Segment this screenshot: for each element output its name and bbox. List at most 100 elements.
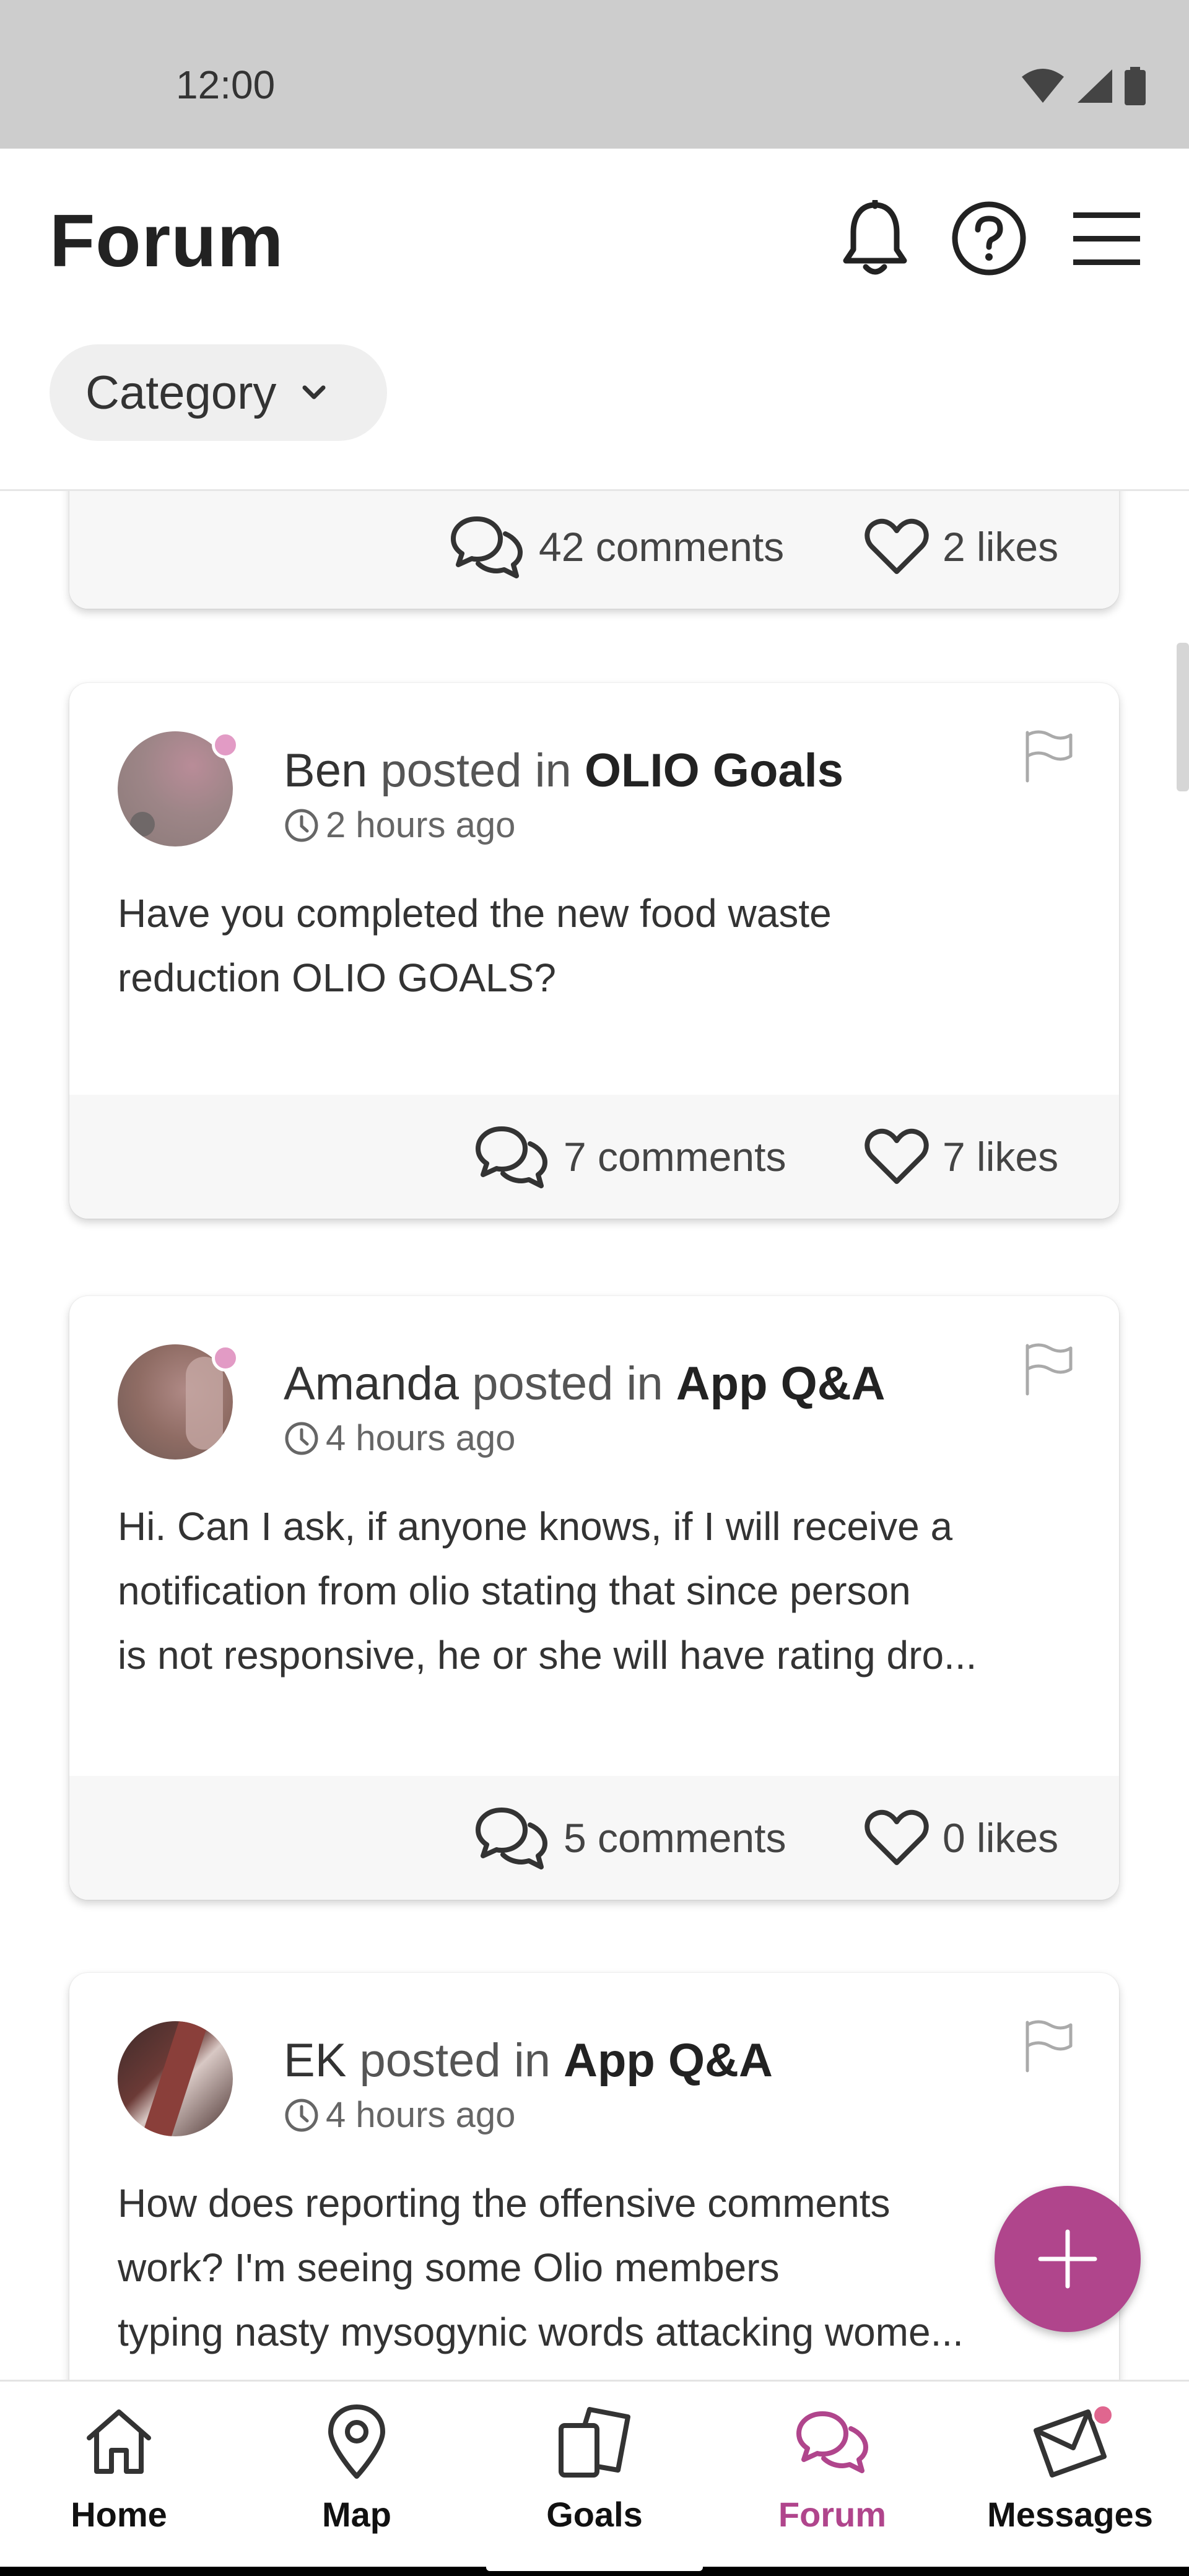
like-button[interactable]: 0 likes xyxy=(865,1776,1058,1900)
post-author[interactable]: EK xyxy=(284,2034,346,2087)
post-time-text: 2 hours ago xyxy=(326,805,516,845)
post-card[interactable]: EK posted in App Q&A 4 hours ago How doe… xyxy=(69,1973,1119,2380)
post-body[interactable]: Have you completed the new food waste re… xyxy=(118,881,1071,1010)
post-card-footer: 42 comments 2 likes xyxy=(69,491,1119,609)
likes-count: 2 likes xyxy=(943,524,1059,570)
heart-icon xyxy=(865,518,929,574)
notifications-button[interactable] xyxy=(835,198,915,279)
chevron-down-icon xyxy=(301,384,327,401)
post-body-line: How does reporting the offensive comment… xyxy=(118,2181,891,2226)
status-bar: 12:00 xyxy=(0,0,1189,149)
help-icon xyxy=(952,201,1026,276)
likes-count: 7 likes xyxy=(943,1134,1059,1180)
comments-icon xyxy=(476,1126,547,1188)
post-category[interactable]: App Q&A xyxy=(676,1357,886,1410)
goals-icon xyxy=(556,2395,633,2488)
nav-label: Forum xyxy=(778,2495,887,2534)
post-header: Amanda posted in App Q&A xyxy=(284,1357,886,1411)
post-body-line: reduction OLIO GOALS? xyxy=(118,955,556,1000)
signal-icon xyxy=(1078,69,1112,103)
app-header: Forum Category xyxy=(0,149,1189,491)
post-author[interactable]: Ben xyxy=(284,744,367,797)
comments-button[interactable]: 42 comments xyxy=(448,491,784,609)
avatar[interactable] xyxy=(118,2021,233,2136)
menu-button[interactable] xyxy=(1066,198,1147,279)
new-post-button[interactable] xyxy=(995,2186,1141,2332)
post-body-line: Have you completed the new food waste xyxy=(118,891,832,936)
report-button[interactable] xyxy=(1022,1341,1074,1399)
online-indicator xyxy=(212,1344,239,1372)
post-time: 4 hours ago xyxy=(284,1417,515,1459)
nav-item-home[interactable]: Home xyxy=(0,2382,238,2574)
post-header: EK posted in App Q&A xyxy=(284,2034,773,2087)
comments-count: 7 comments xyxy=(564,1134,786,1180)
post-category[interactable]: OLIO Goals xyxy=(585,744,843,797)
category-filter[interactable]: Category xyxy=(50,344,387,441)
battery-icon xyxy=(1125,67,1146,105)
nav-item-messages[interactable]: Messages xyxy=(951,2382,1189,2574)
post-card[interactable]: Amanda posted in App Q&A 4 hours ago Hi.… xyxy=(69,1296,1119,1900)
post-feed[interactable]: 42 comments 2 likes Ben posted in OLIO G… xyxy=(0,491,1189,2380)
scrollbar-thumb[interactable] xyxy=(1177,643,1189,791)
post-body-line: typing nasty mysogynic words attacking w… xyxy=(118,2310,964,2354)
flag-icon xyxy=(1026,730,1073,783)
comments-count: 42 comments xyxy=(539,524,785,570)
nav-label: Home xyxy=(71,2495,167,2534)
status-time: 12:00 xyxy=(176,63,276,107)
post-card-footer: 7 comments 7 likes xyxy=(69,1095,1119,1219)
clock-icon xyxy=(285,2099,318,2131)
flag-icon xyxy=(1026,1343,1073,1396)
category-filter-label: Category xyxy=(85,366,277,419)
post-body[interactable]: Hi. Can I ask, if anyone knows, if I wil… xyxy=(118,1494,1071,1687)
comments-count: 5 comments xyxy=(564,1815,786,1861)
report-button[interactable] xyxy=(1022,728,1074,786)
posted-in-text: posted in xyxy=(380,744,572,797)
likes-count: 0 likes xyxy=(943,1815,1059,1861)
comments-icon xyxy=(451,516,523,578)
comments-button[interactable]: 5 comments xyxy=(473,1776,786,1900)
like-button[interactable]: 2 likes xyxy=(865,491,1058,609)
post-body-line: Hi. Can I ask, if anyone knows, if I wil… xyxy=(118,1504,953,1549)
nav-label: Messages xyxy=(987,2495,1153,2534)
post-body-line: is not responsive, he or she will have r… xyxy=(118,1633,977,1677)
wifi-icon xyxy=(1022,69,1064,103)
post-category[interactable]: App Q&A xyxy=(564,2034,773,2087)
nav-label: Map xyxy=(322,2495,391,2534)
unread-dot xyxy=(1092,2404,1114,2426)
messages-icon xyxy=(1030,2395,1114,2488)
home-gesture-pill[interactable] xyxy=(486,2564,703,2571)
post-time-text: 4 hours ago xyxy=(326,1418,516,1458)
post-card[interactable]: Ben posted in OLIO Goals 2 hours ago Hav… xyxy=(69,683,1119,1219)
like-button[interactable]: 7 likes xyxy=(865,1095,1058,1219)
nav-item-map[interactable]: Map xyxy=(238,2382,476,2574)
bell-icon xyxy=(843,200,907,275)
clock-icon xyxy=(285,1422,318,1455)
home-icon xyxy=(82,2395,156,2488)
page-title: Forum xyxy=(50,199,284,282)
status-icons xyxy=(1021,67,1146,105)
nav-label: Goals xyxy=(546,2495,643,2534)
nav-item-goals[interactable]: Goals xyxy=(476,2382,713,2574)
post-body[interactable]: How does reporting the offensive comment… xyxy=(118,2171,1071,2364)
nav-item-forum[interactable]: Forum xyxy=(713,2382,951,2574)
report-button[interactable] xyxy=(1022,2017,1074,2076)
plus-icon xyxy=(1038,2229,1097,2289)
help-button[interactable] xyxy=(949,198,1029,279)
heart-icon xyxy=(865,1809,929,1865)
post-body-line: notification from olio stating that sinc… xyxy=(118,1569,911,1613)
post-author[interactable]: Amanda xyxy=(284,1357,459,1410)
post-time: 2 hours ago xyxy=(284,804,515,846)
bottom-nav: Home Map Goals Forum Messages xyxy=(0,2380,1189,2574)
heart-icon xyxy=(865,1128,929,1184)
posted-in-text: posted in xyxy=(472,1357,663,1410)
online-indicator xyxy=(212,731,239,759)
hamburger-menu-icon xyxy=(1073,212,1140,265)
forum-icon xyxy=(794,2395,871,2488)
map-pin-icon xyxy=(326,2395,388,2488)
clock-icon xyxy=(285,809,318,842)
post-body-line: work? I'm seeing some Olio members xyxy=(118,2245,780,2290)
post-card[interactable]: 42 comments 2 likes xyxy=(69,491,1119,609)
posted-in-text: posted in xyxy=(359,2034,551,2087)
post-time: 4 hours ago xyxy=(284,2094,515,2136)
comments-button[interactable]: 7 comments xyxy=(473,1095,786,1219)
